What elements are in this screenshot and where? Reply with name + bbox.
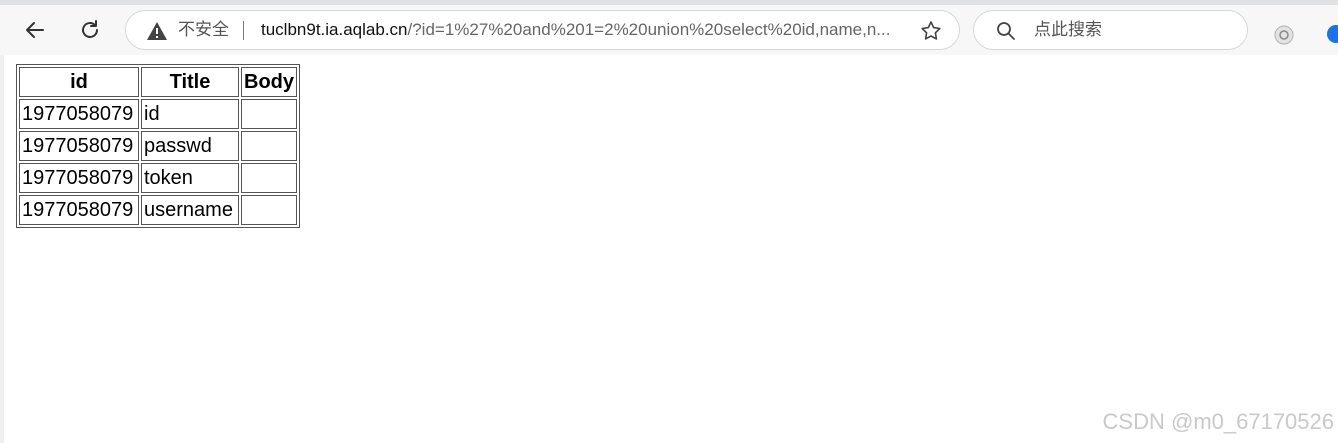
column-header-body: Body <box>241 67 297 97</box>
table-row: 1977058079 username <box>19 195 297 225</box>
cell-body <box>241 99 297 129</box>
extension-icon[interactable] <box>1274 25 1294 45</box>
reload-button[interactable] <box>73 13 107 47</box>
cell-title: passwd <box>141 131 239 161</box>
table-row: 1977058079 passwd <box>19 131 297 161</box>
address-divider <box>243 21 244 40</box>
cell-id: 1977058079 <box>19 195 139 225</box>
warning-icon <box>147 22 167 40</box>
reload-icon <box>82 20 98 38</box>
cell-id: 1977058079 <box>19 163 139 193</box>
profile-icon[interactable] <box>1326 24 1338 44</box>
back-button[interactable] <box>18 13 52 47</box>
search-placeholder: 点此搜索 <box>1034 20 1102 39</box>
back-icon <box>26 22 44 38</box>
url-path: /?id=1%27%20and%201=2%20union%20select%2… <box>407 20 891 39</box>
cell-title: username <box>141 195 239 225</box>
browser-toolbar: 不安全 tuclbn9t.ia.aqlab.cn/?id=1%27%20and%… <box>0 5 1338 55</box>
search-icon <box>997 22 1015 40</box>
cell-title: token <box>141 163 239 193</box>
cell-body <box>241 163 297 193</box>
cell-id: 1977058079 <box>19 99 139 129</box>
column-header-title: Title <box>141 67 239 97</box>
search-box[interactable]: 点此搜索 <box>973 10 1248 50</box>
results-table: id Title Body 1977058079 id 1977058079 p… <box>16 64 300 228</box>
cell-title: id <box>141 99 239 129</box>
column-header-id: id <box>19 67 139 97</box>
table-row: 1977058079 id <box>19 99 297 129</box>
cell-body <box>241 195 297 225</box>
csdn-watermark: CSDN @m0_67170526 <box>1102 409 1334 434</box>
page-content: id Title Body 1977058079 id 1977058079 p… <box>0 55 1338 443</box>
cell-body <box>241 131 297 161</box>
cell-id: 1977058079 <box>19 131 139 161</box>
security-status-label[interactable]: 不安全 <box>178 11 229 49</box>
table-row: 1977058079 token <box>19 163 297 193</box>
star-icon[interactable] <box>919 19 943 43</box>
url-host: tuclbn9t.ia.aqlab.cn <box>261 20 408 39</box>
url-text[interactable]: tuclbn9t.ia.aqlab.cn/?id=1%27%20and%201=… <box>261 11 901 49</box>
table-header-row: id Title Body <box>19 67 297 97</box>
address-bar[interactable]: 不安全 tuclbn9t.ia.aqlab.cn/?id=1%27%20and%… <box>125 10 960 50</box>
